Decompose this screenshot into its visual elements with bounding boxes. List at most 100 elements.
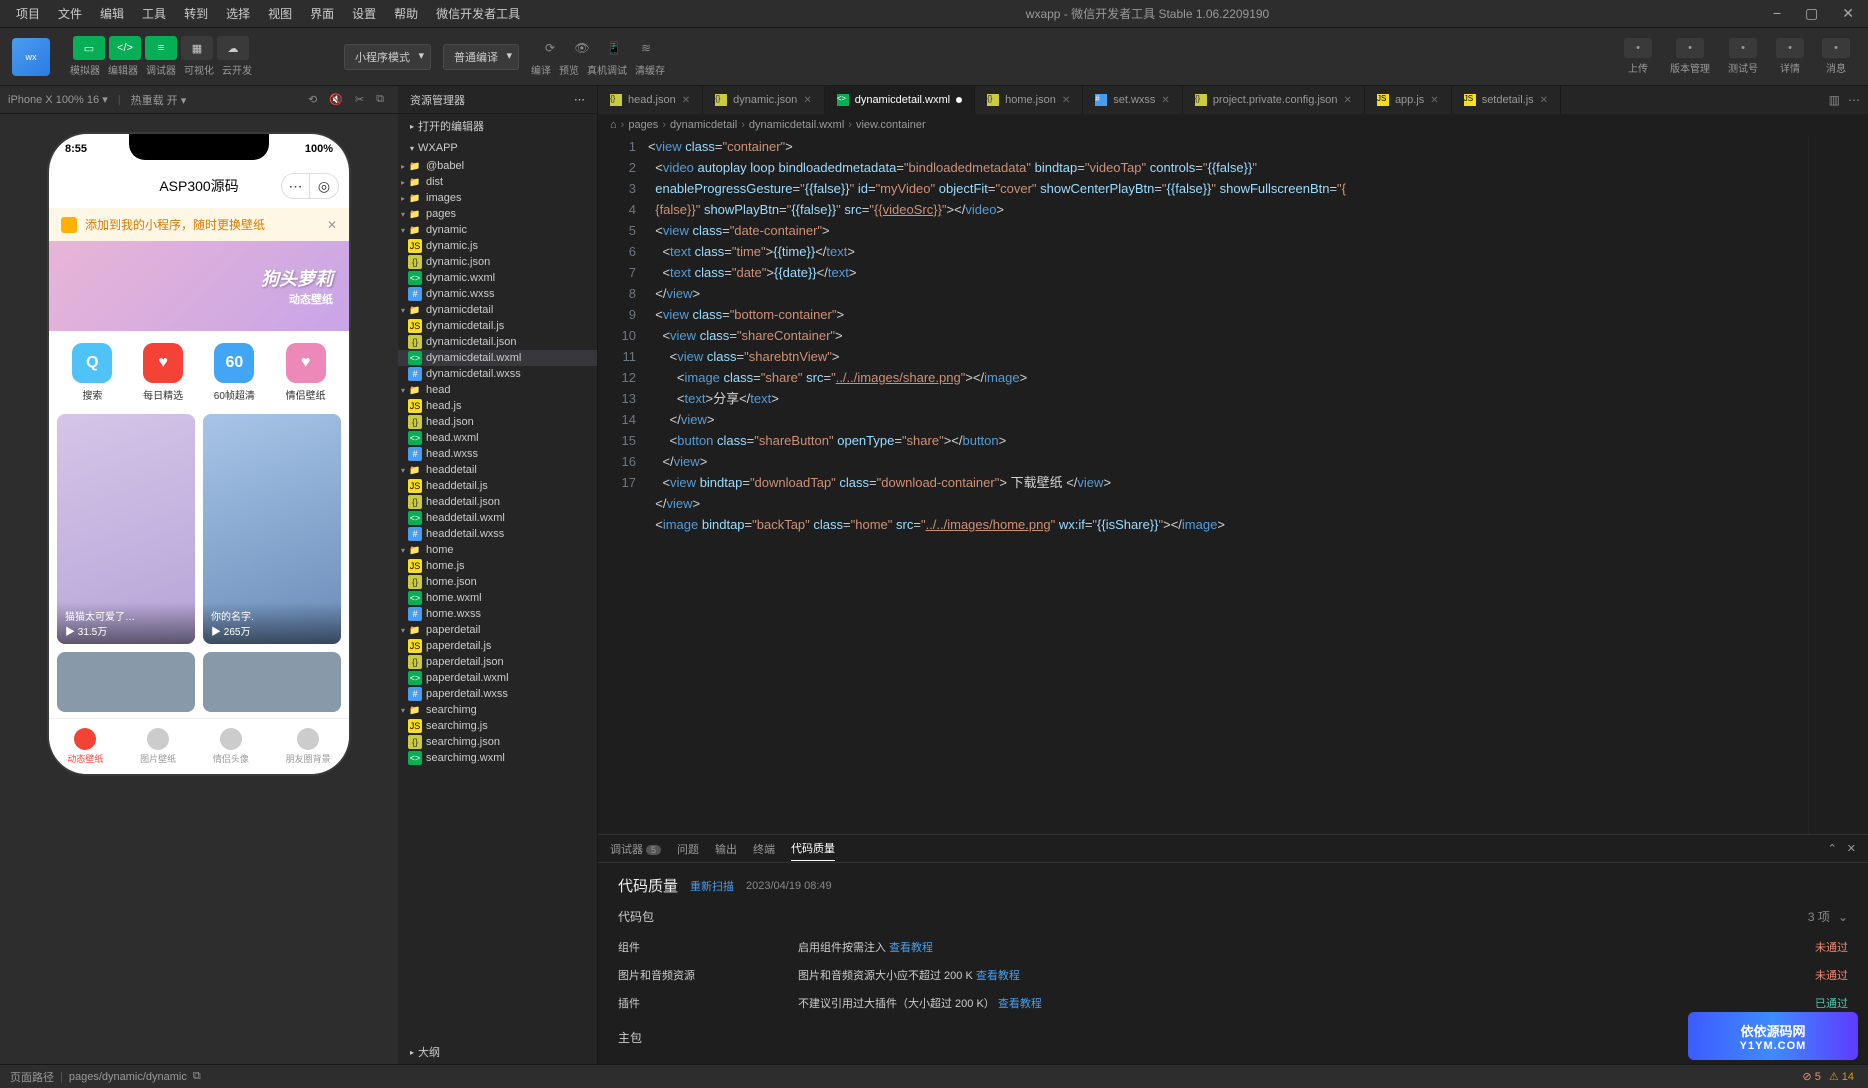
phone-preview[interactable]: 8:55 100% ASP300源码 ⋯ ◎ 添加到我的小程序，随时更换壁纸 ✕ bbox=[49, 134, 349, 774]
compile-button[interactable]: ⟳ bbox=[536, 36, 564, 60]
file-dynamic.json[interactable]: {}dynamic.json bbox=[398, 254, 597, 270]
panel-tab-调试器[interactable]: 调试器5 bbox=[610, 837, 661, 861]
menu-工具[interactable]: 工具 bbox=[134, 3, 174, 24]
chevron-down-icon[interactable]: ⌄ bbox=[1838, 910, 1848, 924]
compile-mode-select[interactable]: 小程序模式 bbox=[344, 44, 431, 70]
tabbar-item[interactable]: 图片壁纸 bbox=[140, 728, 176, 765]
error-count[interactable]: ⊘ 5 bbox=[1798, 1070, 1824, 1083]
explorer-more-icon[interactable]: ⋯ bbox=[574, 93, 585, 106]
file-dynamic.wxml[interactable]: <>dynamic.wxml bbox=[398, 270, 597, 286]
file-paperdetail.wxss[interactable]: #paperdetail.wxss bbox=[398, 686, 597, 702]
outline-section[interactable]: 大纲 bbox=[398, 1040, 597, 1064]
cloud-toggle[interactable]: ☁ bbox=[217, 36, 249, 60]
code-editor[interactable]: 1234567891011121314151617 <view class="c… bbox=[598, 136, 1868, 834]
menu-微信开发者工具[interactable]: 微信开发者工具 bbox=[428, 3, 528, 24]
file-dynamic.wxss[interactable]: #dynamic.wxss bbox=[398, 286, 597, 302]
remote-debug-button[interactable]: 📱 bbox=[600, 36, 628, 60]
breadcrumb-root[interactable]: ⌂ bbox=[610, 119, 617, 131]
file-home.js[interactable]: JShome.js bbox=[398, 558, 597, 574]
menu-转到[interactable]: 转到 bbox=[176, 3, 216, 24]
category-item[interactable]: ♥情侣壁纸 bbox=[286, 343, 326, 402]
tabbar-item[interactable]: 动态壁纸 bbox=[67, 728, 103, 765]
wallpaper-item[interactable] bbox=[203, 652, 341, 712]
wallpaper-item[interactable]: 你的名字.▶ 265万 bbox=[203, 414, 341, 644]
folder-paperdetail[interactable]: ▾📁paperdetail bbox=[398, 622, 597, 638]
menu-视图[interactable]: 视图 bbox=[260, 3, 300, 24]
category-item[interactable]: ♥每日精选 bbox=[143, 343, 183, 402]
breadcrumb-item[interactable]: dynamicdetail.wxml bbox=[749, 119, 844, 131]
popout-icon[interactable]: ⧉ bbox=[370, 93, 390, 106]
menu-选择[interactable]: 选择 bbox=[218, 3, 258, 24]
folder-@babel[interactable]: ▸📁@babel bbox=[398, 158, 597, 174]
capsule-close-icon[interactable]: ◎ bbox=[310, 174, 338, 198]
clear-cache-button[interactable]: ≋ bbox=[632, 36, 660, 60]
minimap[interactable] bbox=[1808, 136, 1868, 834]
project-root[interactable]: WXAPP bbox=[398, 138, 597, 158]
file-paperdetail.json[interactable]: {}paperdetail.json bbox=[398, 654, 597, 670]
folder-dynamic[interactable]: ▾📁dynamic bbox=[398, 222, 597, 238]
preview-button[interactable]: 👁 bbox=[568, 36, 596, 60]
folder-dynamicdetail[interactable]: ▾📁dynamicdetail bbox=[398, 302, 597, 318]
folder-head[interactable]: ▾📁head bbox=[398, 382, 597, 398]
file-paperdetail.js[interactable]: JSpaperdetail.js bbox=[398, 638, 597, 654]
file-headdetail.wxml[interactable]: <>headdetail.wxml bbox=[398, 510, 597, 526]
tutorial-link[interactable]: 查看教程 bbox=[976, 970, 1020, 982]
split-editor-icon[interactable]: ▥ bbox=[1829, 93, 1840, 107]
tutorial-link[interactable]: 查看教程 bbox=[889, 942, 933, 954]
editor-tab[interactable]: {}dynamic.json✕ bbox=[703, 86, 825, 114]
panel-tab-输出[interactable]: 输出 bbox=[715, 837, 737, 861]
file-dynamicdetail.js[interactable]: JSdynamicdetail.js bbox=[398, 318, 597, 334]
breadcrumb-item[interactable]: pages bbox=[628, 119, 658, 131]
breadcrumb-item[interactable]: view.container bbox=[856, 119, 926, 131]
editor-toggle[interactable]: </> bbox=[109, 36, 141, 60]
toolbar-上传[interactable]: •上传 bbox=[1618, 38, 1658, 75]
menu-设置[interactable]: 设置 bbox=[344, 3, 384, 24]
maximize-icon[interactable]: ▢ bbox=[1799, 5, 1824, 22]
build-mode-select[interactable]: 普通编译 bbox=[443, 44, 519, 70]
file-dynamicdetail.wxml[interactable]: <>dynamicdetail.wxml bbox=[398, 350, 597, 366]
cut-icon[interactable]: ✂ bbox=[349, 93, 370, 106]
file-searchimg.js[interactable]: JSsearchimg.js bbox=[398, 718, 597, 734]
folder-pages[interactable]: ▾📁pages bbox=[398, 206, 597, 222]
editor-tab[interactable]: {}head.json✕ bbox=[598, 86, 703, 114]
toolbar-版本管理[interactable]: •版本管理 bbox=[1664, 38, 1716, 75]
wallpaper-item[interactable]: 猫猫太可爱了…▶ 31.5万 bbox=[57, 414, 195, 644]
file-head.wxss[interactable]: #head.wxss bbox=[398, 446, 597, 462]
editor-tab[interactable]: <>dynamicdetail.wxml bbox=[825, 86, 975, 114]
tabbar-item[interactable]: 情侣头像 bbox=[213, 728, 249, 765]
file-dynamicdetail.wxss[interactable]: #dynamicdetail.wxss bbox=[398, 366, 597, 382]
file-home.wxss[interactable]: #home.wxss bbox=[398, 606, 597, 622]
file-paperdetail.wxml[interactable]: <>paperdetail.wxml bbox=[398, 670, 597, 686]
more-tabs-icon[interactable]: ⋯ bbox=[1848, 93, 1860, 107]
category-item[interactable]: Q搜索 bbox=[72, 343, 112, 402]
editor-tab[interactable]: #set.wxss✕ bbox=[1083, 86, 1183, 114]
menu-帮助[interactable]: 帮助 bbox=[386, 3, 426, 24]
folder-searchimg[interactable]: ▾📁searchimg bbox=[398, 702, 597, 718]
editor-tab[interactable]: JSapp.js✕ bbox=[1365, 86, 1452, 114]
toolbar-测试号[interactable]: •测试号 bbox=[1722, 38, 1764, 75]
panel-tab-问题[interactable]: 问题 bbox=[677, 837, 699, 861]
mute-icon[interactable]: 🔇 bbox=[323, 93, 349, 106]
code-content[interactable]: <view class="container"> <video autoplay… bbox=[648, 136, 1808, 834]
menu-文件[interactable]: 文件 bbox=[50, 3, 90, 24]
rescan-button[interactable]: 重新扫描 bbox=[690, 878, 734, 894]
file-searchimg.json[interactable]: {}searchimg.json bbox=[398, 734, 597, 750]
file-home.wxml[interactable]: <>home.wxml bbox=[398, 590, 597, 606]
menu-项目[interactable]: 项目 bbox=[8, 3, 48, 24]
tabbar-item[interactable]: 朋友圈背景 bbox=[286, 728, 331, 765]
breadcrumb-item[interactable]: dynamicdetail bbox=[670, 119, 737, 131]
close-icon[interactable]: ✕ bbox=[1836, 5, 1860, 22]
file-headdetail.js[interactable]: JSheaddetail.js bbox=[398, 478, 597, 494]
debugger-toggle[interactable]: ≡ bbox=[145, 36, 177, 60]
toolbar-消息[interactable]: •消息 bbox=[1816, 38, 1856, 75]
capsule-menu-icon[interactable]: ⋯ bbox=[282, 174, 310, 198]
file-dynamic.js[interactable]: JSdynamic.js bbox=[398, 238, 597, 254]
folder-dist[interactable]: ▸📁dist bbox=[398, 174, 597, 190]
editor-tab[interactable]: {}home.json✕ bbox=[975, 86, 1083, 114]
simulator-toggle[interactable]: ▭ bbox=[73, 36, 105, 60]
file-headdetail.json[interactable]: {}headdetail.json bbox=[398, 494, 597, 510]
file-head.js[interactable]: JShead.js bbox=[398, 398, 597, 414]
tutorial-link[interactable]: 查看教程 bbox=[998, 998, 1042, 1010]
folder-headdetail[interactable]: ▾📁headdetail bbox=[398, 462, 597, 478]
minimize-icon[interactable]: − bbox=[1767, 5, 1787, 22]
